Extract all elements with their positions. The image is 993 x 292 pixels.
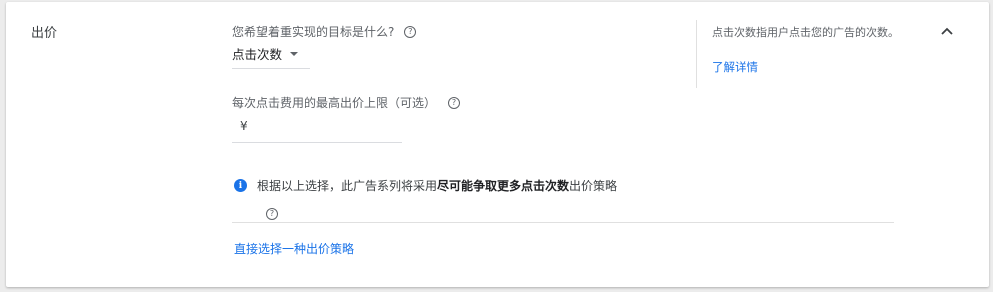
max-cpc-input[interactable] bbox=[251, 119, 392, 133]
divider bbox=[232, 222, 894, 223]
bidding-card: 出价 您希望着重实现的目标是什么? ? 点击次数 每次点击费用的最高出价上限（可… bbox=[6, 2, 989, 287]
notice-help-icon[interactable]: ? bbox=[266, 208, 278, 220]
collapse-button[interactable] bbox=[938, 22, 956, 40]
goal-select[interactable]: 点击次数 bbox=[232, 39, 310, 69]
currency-symbol: ¥ bbox=[240, 119, 248, 133]
notice-help: ? bbox=[266, 201, 278, 220]
max-cpc-field[interactable]: ¥ bbox=[232, 110, 402, 143]
max-cpc-question: 每次点击费用的最高出价上限（可选） ? bbox=[232, 94, 461, 111]
goal-question-label: 您希望着重实现的目标是什么? bbox=[232, 25, 395, 39]
side-description: 点击次数指用户点击您的广告的次数。 bbox=[712, 26, 899, 39]
notice-text: 根据以上选择，此广告系列将采用尽可能争取更多点击次数出价策略 bbox=[257, 177, 617, 195]
choose-strategy-link[interactable]: 直接选择一种出价策略 bbox=[234, 240, 354, 257]
dropdown-caret-icon bbox=[290, 51, 299, 56]
section-title: 出价 bbox=[31, 26, 58, 41]
notice-strategy-name: 尽可能争取更多点击次数 bbox=[437, 179, 570, 193]
strategy-notice: i 根据以上选择，此广告系列将采用尽可能争取更多点击次数出价策略 bbox=[234, 177, 684, 195]
goal-question: 您希望着重实现的目标是什么? ? bbox=[232, 23, 417, 40]
chevron-up-icon bbox=[941, 27, 953, 35]
notice-suffix: 出价策略 bbox=[569, 179, 618, 193]
learn-more-link[interactable]: 了解详情 bbox=[712, 59, 758, 75]
notice-prefix: 根据以上选择，此广告系列将采用 bbox=[257, 179, 438, 193]
side-divider bbox=[696, 20, 697, 88]
info-icon: i bbox=[234, 179, 247, 192]
max-cpc-help-icon[interactable]: ? bbox=[448, 96, 461, 109]
max-cpc-label: 每次点击费用的最高出价上限（可选） bbox=[232, 96, 437, 110]
goal-select-value: 点击次数 bbox=[232, 47, 283, 62]
goal-help-icon[interactable]: ? bbox=[404, 25, 417, 38]
